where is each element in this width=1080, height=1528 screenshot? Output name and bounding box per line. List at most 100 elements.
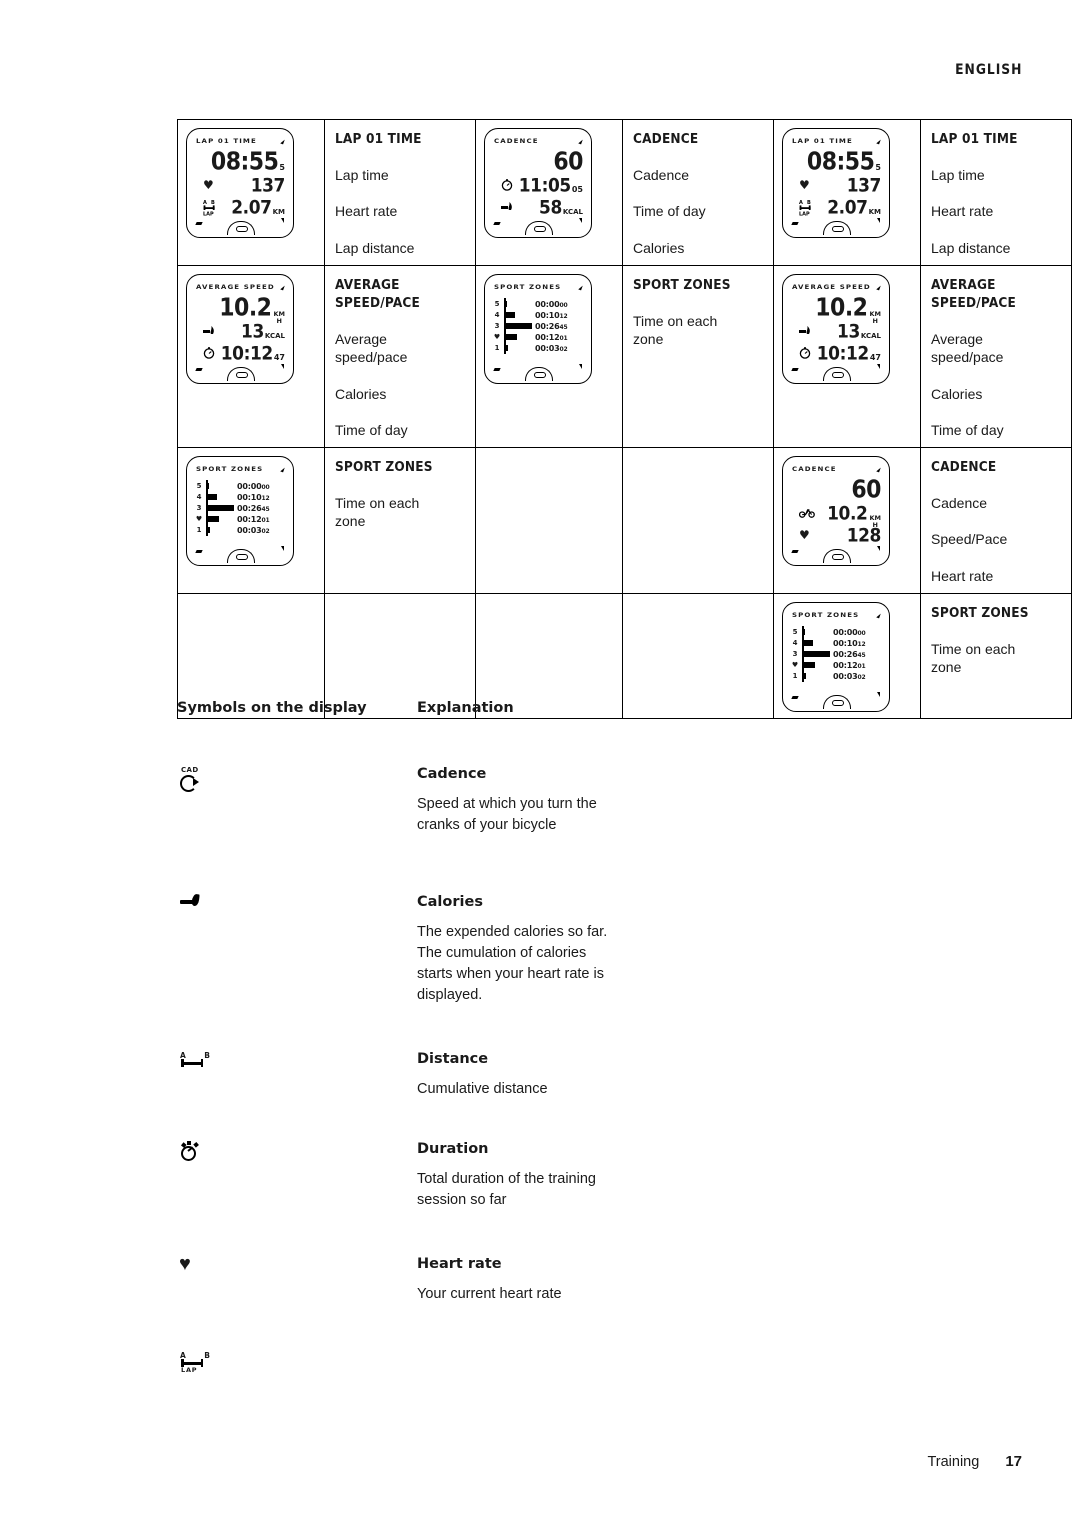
sport-zone-bar xyxy=(206,494,217,500)
sport-zone-label: 1 xyxy=(792,672,798,681)
display-mode-title: SPORT ZONES xyxy=(931,604,1029,621)
symbol-term: Cadence xyxy=(417,766,487,782)
display-mode-title: SPORT ZONES xyxy=(633,276,731,293)
display-image-cell: SPORT ZONES 5 00:0000 4 00:1012 3 00:2645 ♥ 00:1… xyxy=(475,264,623,448)
sport-zone-bar xyxy=(504,301,507,307)
symbol-icon-cell: CAD xyxy=(177,766,417,836)
symbol-description: Speed at which you turn the cranks of you… xyxy=(417,796,597,834)
watch-value: 60 xyxy=(553,148,583,177)
signal-indicator-icon xyxy=(280,284,285,291)
heart-rate-icon: ♥ xyxy=(179,1253,191,1275)
duration-icon xyxy=(180,1141,206,1167)
signal-indicator-icon xyxy=(280,138,285,145)
watch-display-lap01-a: LAP 01 TIME 08:55 5 ♥ 137 A B LAP 2.07 KM xyxy=(782,128,890,238)
watch-display-avg-speed: AVERAGE SPEED 10.2 KM H 13 KCAL 10:12 47 xyxy=(186,273,294,384)
cadence-icon: CAD xyxy=(180,766,206,796)
symbol-text-cell: Calories The expended calories so far. The… xyxy=(417,894,817,1006)
stopwatch-icon xyxy=(203,346,215,361)
watch-mode-label: AVERAGE SPEED xyxy=(196,283,275,291)
watch-value-decimal: 5 xyxy=(875,163,881,172)
svg-text:LAP: LAP xyxy=(799,211,810,216)
watch-button-arc xyxy=(823,548,851,563)
display-metric-line: Heart rate xyxy=(931,203,994,220)
watch-value: 2.07 xyxy=(827,196,868,220)
watch-mode-label: SPORT ZONES xyxy=(792,611,860,619)
watch-mode-label: AVERAGE SPEED xyxy=(792,283,871,291)
display-metric-line: Heart rate xyxy=(335,203,398,220)
signal-indicator-icon xyxy=(280,466,285,473)
symbol-explanation-row: A B LAP xyxy=(177,1351,977,1375)
display-mode-title: CADENCE xyxy=(931,458,997,475)
sport-zone-label: 4 xyxy=(792,639,798,648)
sport-zone-time: 00:2645 xyxy=(535,321,568,331)
display-image-cell: LAP 01 TIME 08:55 5 ♥ 137 A B LAP 2.07 KM xyxy=(177,119,325,266)
lap-icon-tick-right xyxy=(200,1359,204,1367)
display-description-cell: CADENCE Cadence Speed/Pace Heart rate xyxy=(920,446,1072,594)
sport-zone-bar xyxy=(802,662,815,668)
lower-right-indicator-icon xyxy=(281,363,284,369)
sport-zone-bar xyxy=(206,483,209,489)
watch-mode-label: SPORT ZONES xyxy=(494,283,562,291)
symbol-description: The expended calories so far. The cumulat… xyxy=(417,924,608,1004)
sport-zone-bar xyxy=(802,651,830,657)
display-metric-line: Average speed/pace xyxy=(335,331,408,366)
sport-zone-row: 5 00:0000 xyxy=(493,297,585,310)
watch-value: 08:55 xyxy=(210,148,279,177)
lower-left-indicator-icon xyxy=(493,367,501,371)
watch-value: 10.2 xyxy=(219,293,272,322)
sport-zone-row: ♥ 00:1201 xyxy=(195,512,287,525)
symbol-explanation-row: A B Distance Cumulative distance xyxy=(177,1051,977,1100)
sport-zone-row: 4 00:1012 xyxy=(493,308,585,321)
symbol-description: Your current heart rate xyxy=(417,1286,562,1302)
watch-display-cadence-time-cal: CADENCE 60 11:05 05 58 KCAL xyxy=(484,128,592,238)
lower-right-indicator-icon xyxy=(877,218,880,223)
watch-unit-stacked: KM H xyxy=(273,309,285,325)
lower-left-indicator-icon xyxy=(791,222,799,225)
display-image-cell: CADENCE 60 11:05 05 58 KCAL xyxy=(475,119,623,266)
sport-zone-row: 5 00:0000 xyxy=(791,625,883,638)
watch-value-row: ♥ 137 xyxy=(195,174,286,198)
symbol-text-cell xyxy=(417,1351,817,1375)
lower-left-indicator-icon xyxy=(791,695,799,699)
watch-display-cadence-speed-hr: CADENCE 60 10.2 KM H ♥ 128 xyxy=(782,455,890,566)
signal-indicator-icon xyxy=(876,612,881,619)
sport-zone-row: 4 00:1012 xyxy=(791,636,883,649)
sport-zone-time: 00:2645 xyxy=(237,503,270,513)
lower-right-indicator-icon xyxy=(579,218,582,223)
sport-zone-label: 1 xyxy=(196,526,202,535)
symbols-column-heading: Symbols on the display xyxy=(177,700,367,716)
watch-display-sport-zones: SPORT ZONES 5 00:0000 4 00:1012 3 00:2645 ♥ 00:1… xyxy=(484,273,592,384)
lower-right-indicator-icon xyxy=(281,545,284,551)
sport-zone-time: 00:0302 xyxy=(833,671,866,681)
watch-value-decimal: 5 xyxy=(279,163,285,172)
lap-icon-endpoints: AB xyxy=(180,1351,210,1360)
symbol-icon-cell: A B LAP xyxy=(177,1351,417,1375)
display-feature-table: LAP 01 TIME 08:55 5 ♥ 137 A B LAP 2.07 KM LAP 01 T… xyxy=(177,119,1072,719)
watch-value: 137 xyxy=(250,174,286,198)
sport-zone-time: 00:1012 xyxy=(535,310,568,320)
display-description-cell: LAP 01 TIME Lap time Heart rate Lap distanc… xyxy=(920,119,1072,266)
watch-button-arc xyxy=(823,221,851,235)
sport-zone-label: ♥ xyxy=(195,515,203,524)
display-metric-line: Calories xyxy=(335,385,387,402)
sport-zone-label: 3 xyxy=(792,650,798,659)
display-metric-line: Lap distance xyxy=(335,239,415,256)
sport-zone-time: 00:0000 xyxy=(833,627,866,637)
watch-value: 137 xyxy=(846,174,882,198)
symbol-text-cell: Distance Cumulative distance xyxy=(417,1051,817,1100)
watch-value: 10:12 xyxy=(220,342,274,365)
sport-zone-label: 4 xyxy=(196,493,202,502)
lower-right-indicator-icon xyxy=(877,363,880,369)
sport-zone-bar xyxy=(504,323,532,329)
display-mode-title: AVERAGE SPEED/PACE xyxy=(335,276,420,311)
signal-indicator-icon xyxy=(876,284,881,291)
watch-button-arc xyxy=(227,366,255,381)
watch-value-row: 10.2 KM H xyxy=(195,293,285,325)
symbol-explanation-row: ♥ Heart rate Your current heart rate xyxy=(177,1253,977,1305)
sport-zone-row: ♥ 00:1201 xyxy=(493,330,585,343)
lower-right-indicator-icon xyxy=(281,218,284,223)
display-mode-title: AVERAGE SPEED/PACE xyxy=(931,276,1016,311)
display-metric-line: Time on each zone xyxy=(633,313,718,348)
sport-zone-label: 5 xyxy=(494,300,500,309)
watch-value: 60 xyxy=(851,476,881,505)
